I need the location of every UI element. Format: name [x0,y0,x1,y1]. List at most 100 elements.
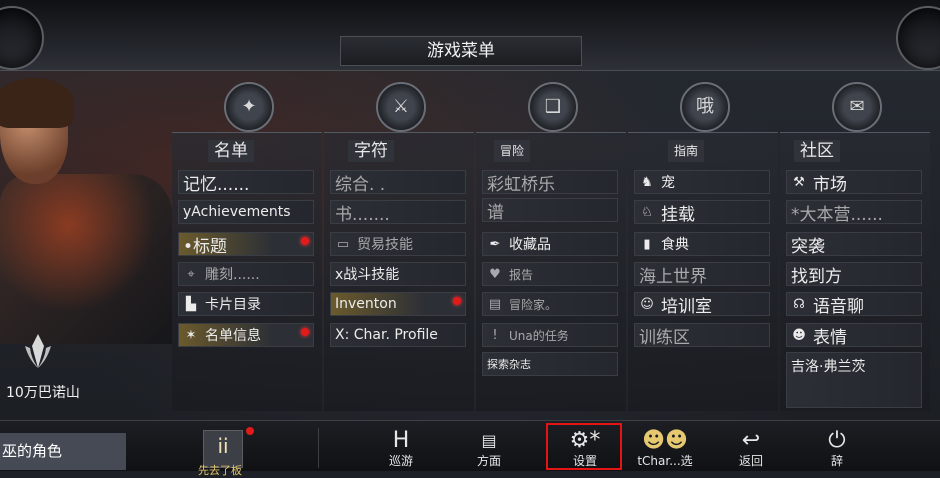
emote-icon: ☻ [792,327,806,343]
menu-item-label: Una的任务 [509,328,569,343]
menu-item-memories[interactable]: 记忆...... [178,170,314,195]
menu-item-inventory[interactable]: Inventon [330,292,466,316]
aspect-button[interactable]: ▤ 方面 [454,428,524,470]
scroll-icon: ▤ [488,296,502,312]
column-header: 指南 [668,140,705,162]
star-icon: ✶ [185,327,197,343]
menu-item-label: 训练区 [639,327,690,348]
menu-item-trade-skills[interactable]: ▭ 贸易技能 [330,232,466,256]
menu-item-label: 宠 [661,175,675,191]
menu-item-label: 市场 [813,174,847,195]
menu-item-label: 培训室 [661,296,712,317]
menu-item-collectibles[interactable]: ✒ 收藏品 [482,232,618,256]
menu-item-training-area[interactable]: 训练区 [634,323,770,348]
window-title: 游戏菜单 [340,36,582,66]
menu-item-titles[interactable]: •标题 [178,232,314,257]
menu-item-exploration-journal[interactable]: 探索杂志 [482,352,618,376]
menu-item-label: 吉洛·弗兰茨 [791,359,866,375]
book-icon: ▭ [336,236,350,252]
crosshair-icon: ⌖ [187,266,195,282]
menu-item-label: 综合. . [335,174,386,195]
menu-item-label: 突袭 [791,236,825,257]
menu-item-label: 找到方 [791,266,842,287]
menu-item-rainbow-score[interactable]: 彩虹桥乐 [482,170,618,195]
back-icon: ↩ [741,428,761,453]
column-header: 社区 [794,140,840,162]
h-icon: H [392,428,410,453]
menu-item-char-profile[interactable]: X: Char. Profile [330,323,466,347]
mount-icon: ♘ [641,204,653,220]
menu-item-find-party[interactable]: 找到方 [786,262,922,287]
menu-item-label: 名单信息 [205,328,261,344]
menu-item-label: yAchievements [183,204,291,220]
headset-icon: ☊ [793,296,805,312]
menu-item-label: 报告 [509,267,534,282]
heart-icon: ♥ [489,266,501,282]
region-emblem-icon [25,334,51,368]
menu-item-card-catalog[interactable]: ▙ 卡片目录 [178,292,314,316]
menu-item-report[interactable]: ♥ 报告 [482,262,618,286]
menu-item-label: 书....... [335,204,390,225]
selection-highlight [546,423,622,470]
character-select-icon: ☻☻ [642,428,688,453]
menu-column-roster: ✦ 名单 记忆...... yAchievements •标题 ⌖ 雕刻.....… [172,80,322,411]
column-header: 冒险 [494,140,531,162]
menu-item-achievements[interactable]: yAchievements [178,200,314,224]
menu-item-voice-chat[interactable]: ☊ 语音聊 [786,292,922,317]
menu-item-label: 卡片目录 [205,297,261,313]
menu-item-label: 探索杂志 [487,358,531,371]
menu-item-label: 表情 [813,327,847,348]
exit-button[interactable]: ⏻ 辞 [802,428,872,470]
menu-item-giro-franz[interactable]: 吉洛·弗兰茨 [786,352,922,408]
menu-item-label: x战斗技能 [335,267,400,283]
region-name: 10万巴诺山 [6,385,80,401]
menu-item-combat-skills[interactable]: x战斗技能 [330,262,466,286]
menu-item-market[interactable]: ⚒ 市场 [786,170,922,195]
button-label: 巡游 [388,454,413,468]
menu-item-label: 记忆...... [183,174,250,195]
menu-item-label: 食典 [661,237,689,253]
menu-item-label: *大本营...... [791,204,883,225]
menu-item-emotes[interactable]: ☻ 表情 [786,323,922,348]
notification-dot [301,237,309,245]
menu-item-label: •标题 [183,236,228,257]
menu-column-adventure: ❑ 冒险 彩虹桥乐 谱 ✒ 收藏品 ♥ 报告 ▤ 冒险家。 ! Una的任务 探索杂志 [476,80,626,411]
menu-column-character: ⚔ 字符 综合. . 书....... ▭ 贸易技能 x战斗技能 Inventon… [324,80,474,411]
menu-item-label: 语音聊 [813,296,864,317]
menu-item-book[interactable]: 书....... [330,200,466,225]
button-label: 返回 [738,454,763,468]
menu-item-mount[interactable]: ♘ 挂载 [634,200,770,225]
pet-icon: ♞ [641,174,653,190]
back-button[interactable]: ↩ 返回 [716,428,786,470]
menu-item-general[interactable]: 综合. . [330,170,466,195]
menu-item-codex[interactable]: ▮ 食典 [634,232,770,256]
menu-item-label: 彩虹桥乐 [487,174,555,195]
menu-item-rainbow-score-2[interactable]: 谱 [482,198,618,223]
divider [318,428,319,468]
button-label: tChar...选 [637,454,693,468]
character-emblem-icon: ⚔ [376,82,426,132]
menu-item-stronghold[interactable]: *大本营...... [786,200,922,225]
menu-item-label: 贸易技能 [357,237,413,253]
menu-item-raid[interactable]: 突袭 [786,232,922,257]
roster-emblem-icon: ✦ [224,82,274,132]
character-hair [0,78,74,128]
menu-item-una-tasks[interactable]: ! Una的任务 [482,323,618,347]
menu-item-label: 谱 [487,202,504,223]
menu-item-label: 雕刻...... [205,267,260,283]
menu-item-pet[interactable]: ♞ 宠 [634,170,770,194]
my-character-button[interactable]: 巫的角色 [0,433,126,470]
menu-item-training-room[interactable]: ☺ 培训室 [634,292,770,317]
doc-icon: ▤ [481,431,497,450]
menu-item-label: X: Char. Profile [335,327,438,343]
menu-item-roster-info[interactable]: ✶ 名单信息 [178,323,314,347]
power-icon: ⏻ [828,428,846,453]
menu-item-sea-world[interactable]: 海上世界 [634,262,770,287]
menu-item-adventurer[interactable]: ▤ 冒险家。 [482,292,618,316]
character-select-button[interactable]: ☻☻ tChar...选 [630,428,700,470]
tour-button[interactable]: H 巡游 [366,428,436,470]
menu-item-engraving[interactable]: ⌖ 雕刻...... [178,262,314,286]
menu-column-community: ✉ 社区 ⚒ 市场 *大本营...... 突袭 找到方 ☊ 语音聊 ☻ 表情 吉洛·弗… [780,80,930,411]
menu-item-label: 冒险家。 [509,297,558,312]
menu-item-label: 挂载 [661,204,695,225]
